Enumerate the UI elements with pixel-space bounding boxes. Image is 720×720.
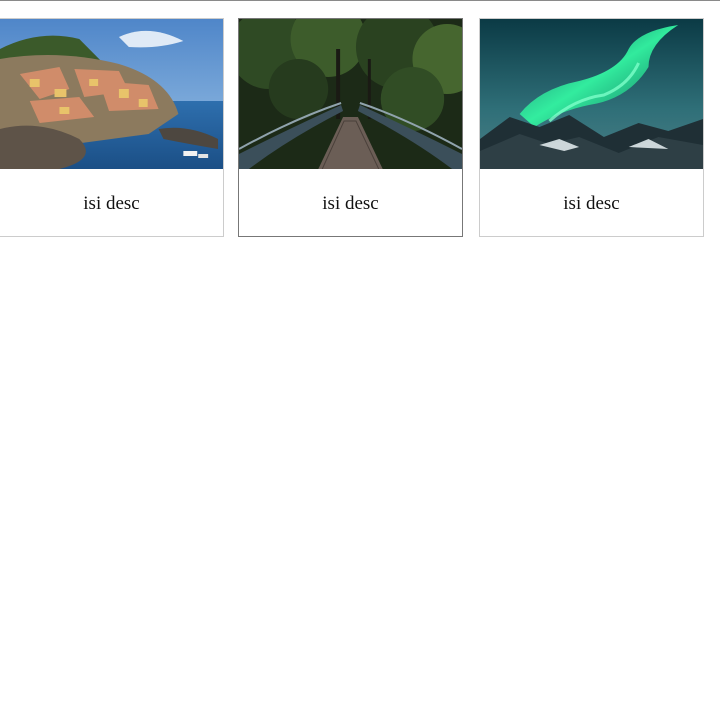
northern-lights-image[interactable]	[480, 19, 703, 169]
forest-bridge-image[interactable]	[239, 19, 462, 169]
gallery-card-northern-lights[interactable]: isi desc	[479, 18, 704, 237]
gallery-card-forest-bridge[interactable]: isi desc	[238, 18, 463, 237]
image-gallery: isi desc isi desc isi desc	[0, 0, 720, 720]
cinque-terre-image[interactable]	[0, 19, 223, 169]
card-description: isi desc	[563, 193, 620, 214]
card-description: isi desc	[322, 193, 379, 214]
gallery-card-cinque-terre[interactable]: isi desc	[0, 18, 224, 237]
card-description: isi desc	[83, 193, 140, 214]
